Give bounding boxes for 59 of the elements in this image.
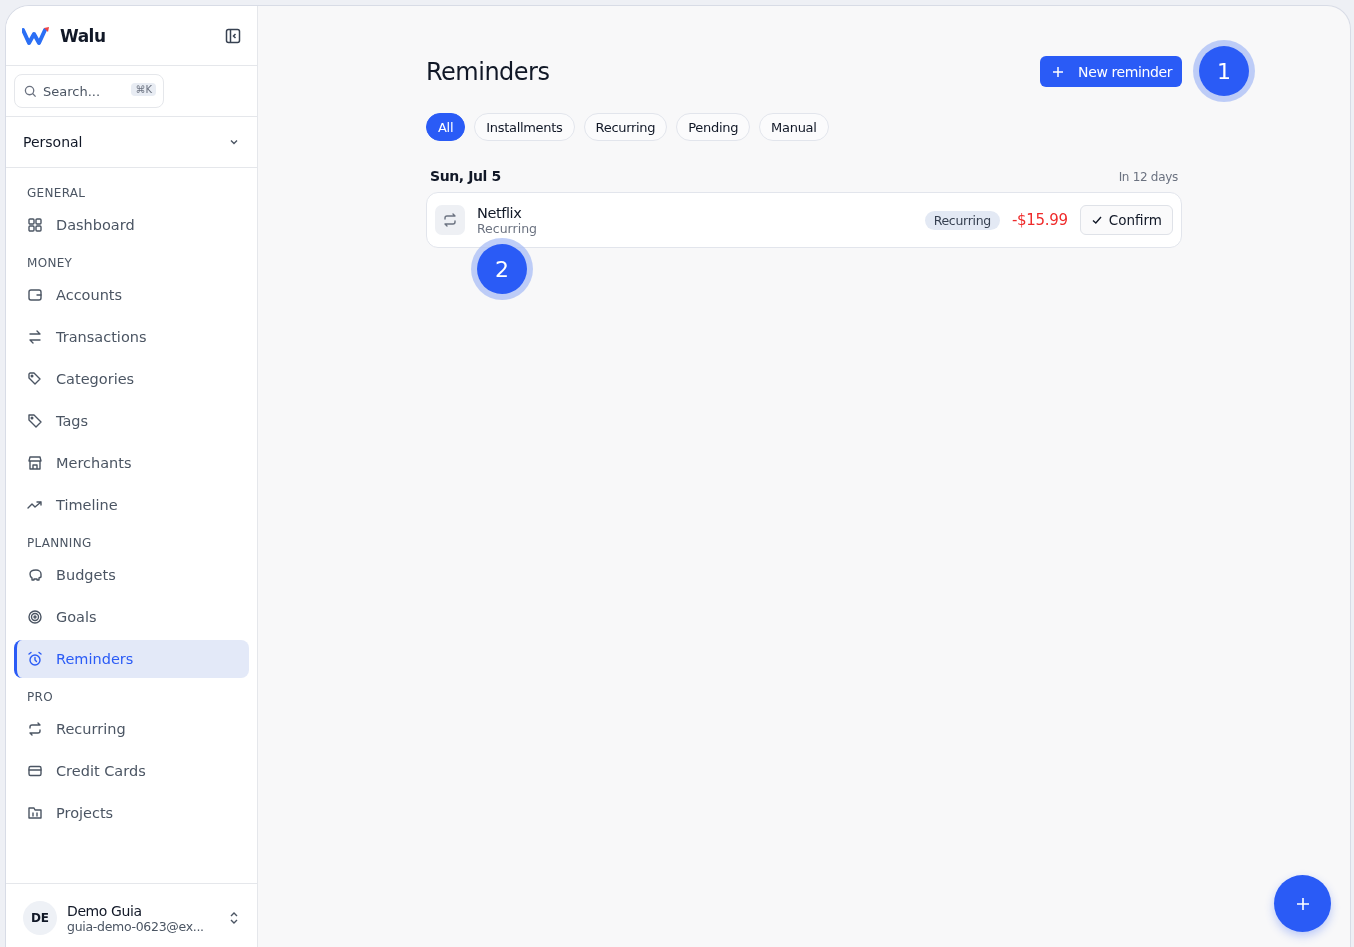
nav-item[interactable]: Timeline	[14, 486, 249, 524]
check-icon	[1090, 214, 1103, 226]
sidebar-toggle-icon[interactable]	[225, 27, 241, 44]
wallet-icon	[27, 287, 43, 303]
nav-item[interactable]: Tags	[14, 402, 249, 440]
workspace-selector[interactable]: Personal	[6, 117, 257, 168]
nav-item[interactable]: Goals	[14, 598, 249, 636]
search-icon	[24, 85, 37, 98]
expand-icon[interactable]	[229, 911, 239, 925]
logo-icon	[22, 25, 50, 46]
filter-chip[interactable]: Pending	[676, 113, 751, 141]
card-icon	[27, 763, 43, 779]
nav-item[interactable]: Budgets	[14, 556, 249, 594]
grid-icon	[27, 217, 43, 233]
store-icon	[27, 455, 43, 471]
page-title: Reminders	[426, 57, 550, 86]
confirm-button[interactable]: Confirm	[1079, 205, 1173, 235]
section-label: MONEY	[26, 255, 74, 272]
user-avatar: DE	[23, 901, 57, 935]
nav-item[interactable]: Accounts	[14, 276, 249, 314]
tags-icon	[27, 371, 43, 387]
brand-name: Walu	[60, 25, 107, 46]
nav-item[interactable]: Reminders	[14, 640, 249, 678]
filter-chip[interactable]: Manual	[759, 113, 829, 141]
folder-icon	[27, 805, 43, 821]
nav-item[interactable]: Categories	[14, 360, 249, 398]
target-icon	[27, 609, 43, 625]
nav-item[interactable]: Dashboard	[14, 206, 249, 244]
add-button[interactable]	[1274, 875, 1331, 932]
user-email: guia-demo-0623@ex...	[67, 918, 205, 934]
reminder-name: Netflix	[477, 204, 523, 221]
alarm-clock-icon	[27, 651, 43, 667]
section-label: PLANNING	[26, 535, 93, 552]
arrows-icon	[27, 329, 43, 345]
reminder-type: Recurring	[477, 220, 538, 236]
reminder-card[interactable]: Netflix Recurring Recurring -$15.99 Confirm	[426, 192, 1182, 248]
section-label: GENERAL	[26, 185, 87, 202]
repeat-icon	[435, 205, 465, 235]
type-tag: Recurring	[924, 210, 1000, 230]
nav-item[interactable]: Transactions	[14, 318, 249, 356]
user-name: Demo Guia	[67, 902, 143, 919]
section-label: PRO	[26, 689, 54, 706]
filter-chip[interactable]: Recurring	[583, 113, 668, 141]
filter-chip[interactable]: Installments	[474, 113, 575, 141]
due-in-label: In 12 days	[1118, 170, 1178, 184]
chevron-down-icon	[229, 137, 239, 147]
repeat-icon	[27, 721, 43, 737]
filter-chip[interactable]: All	[426, 113, 466, 141]
tag-icon	[27, 413, 43, 429]
nav-item[interactable]: Projects	[14, 794, 249, 832]
nav-item[interactable]: Recurring	[14, 710, 249, 748]
amount: -$15.99	[1011, 211, 1068, 229]
plus-icon	[1052, 65, 1065, 78]
new-reminder-button[interactable]: New reminder	[1040, 56, 1182, 87]
shortcut-hint: ⌘K	[131, 83, 156, 96]
plus-icon	[1295, 896, 1310, 911]
nav-item[interactable]: Merchants	[14, 444, 249, 482]
group-date: Sun, Jul 5	[430, 168, 501, 184]
nav-item[interactable]: Credit Cards	[14, 752, 249, 790]
